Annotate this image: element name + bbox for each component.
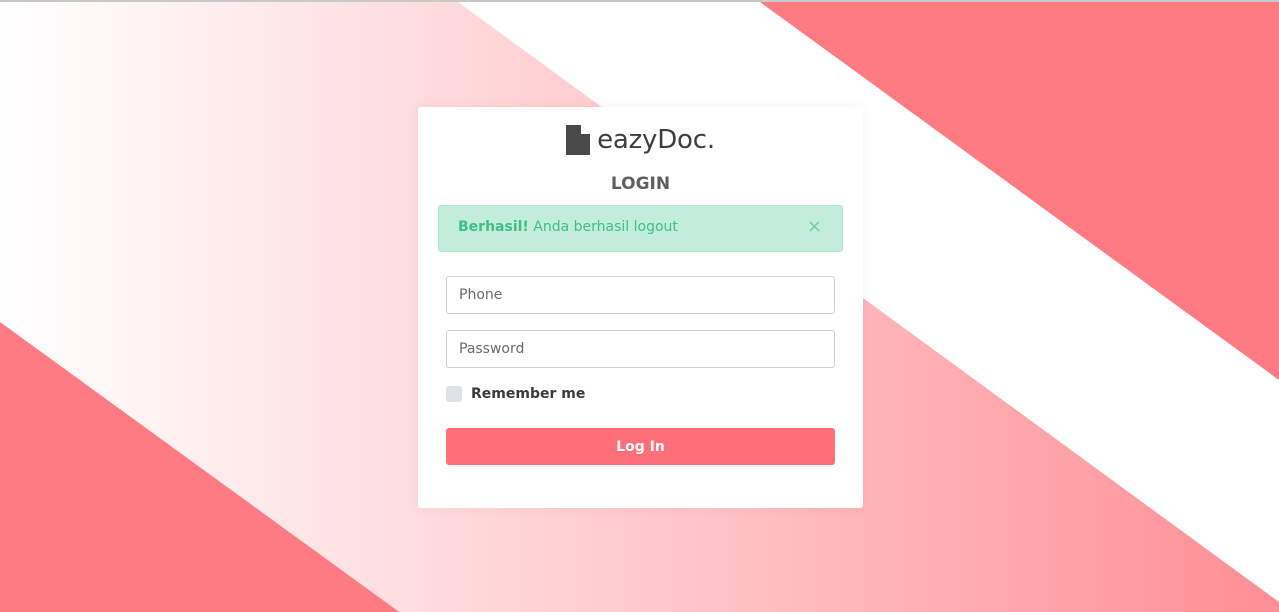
page-title: LOGIN bbox=[610, 174, 671, 194]
brand-name: eazyDoc. bbox=[597, 125, 715, 155]
alert-message: Berhasil! Anda berhasil logout bbox=[458, 219, 678, 235]
remember-me-checkbox[interactable] bbox=[446, 386, 462, 402]
login-button[interactable]: Log In bbox=[446, 428, 835, 465]
phone-input[interactable] bbox=[446, 276, 835, 314]
remember-me-label[interactable]: Remember me bbox=[471, 386, 585, 402]
success-alert: Berhasil! Anda berhasil logout × bbox=[438, 205, 843, 252]
alert-strong: Berhasil! bbox=[458, 219, 529, 235]
alert-text: Anda berhasil logout bbox=[528, 219, 678, 235]
close-icon[interactable]: × bbox=[807, 218, 822, 236]
brand: eazyDoc. bbox=[418, 125, 863, 159]
remember-me: Remember me bbox=[446, 386, 585, 402]
password-input[interactable] bbox=[446, 330, 835, 368]
login-card: eazyDoc. LOGIN Berhasil! Anda berhasil l… bbox=[418, 107, 863, 508]
file-icon bbox=[566, 125, 591, 155]
